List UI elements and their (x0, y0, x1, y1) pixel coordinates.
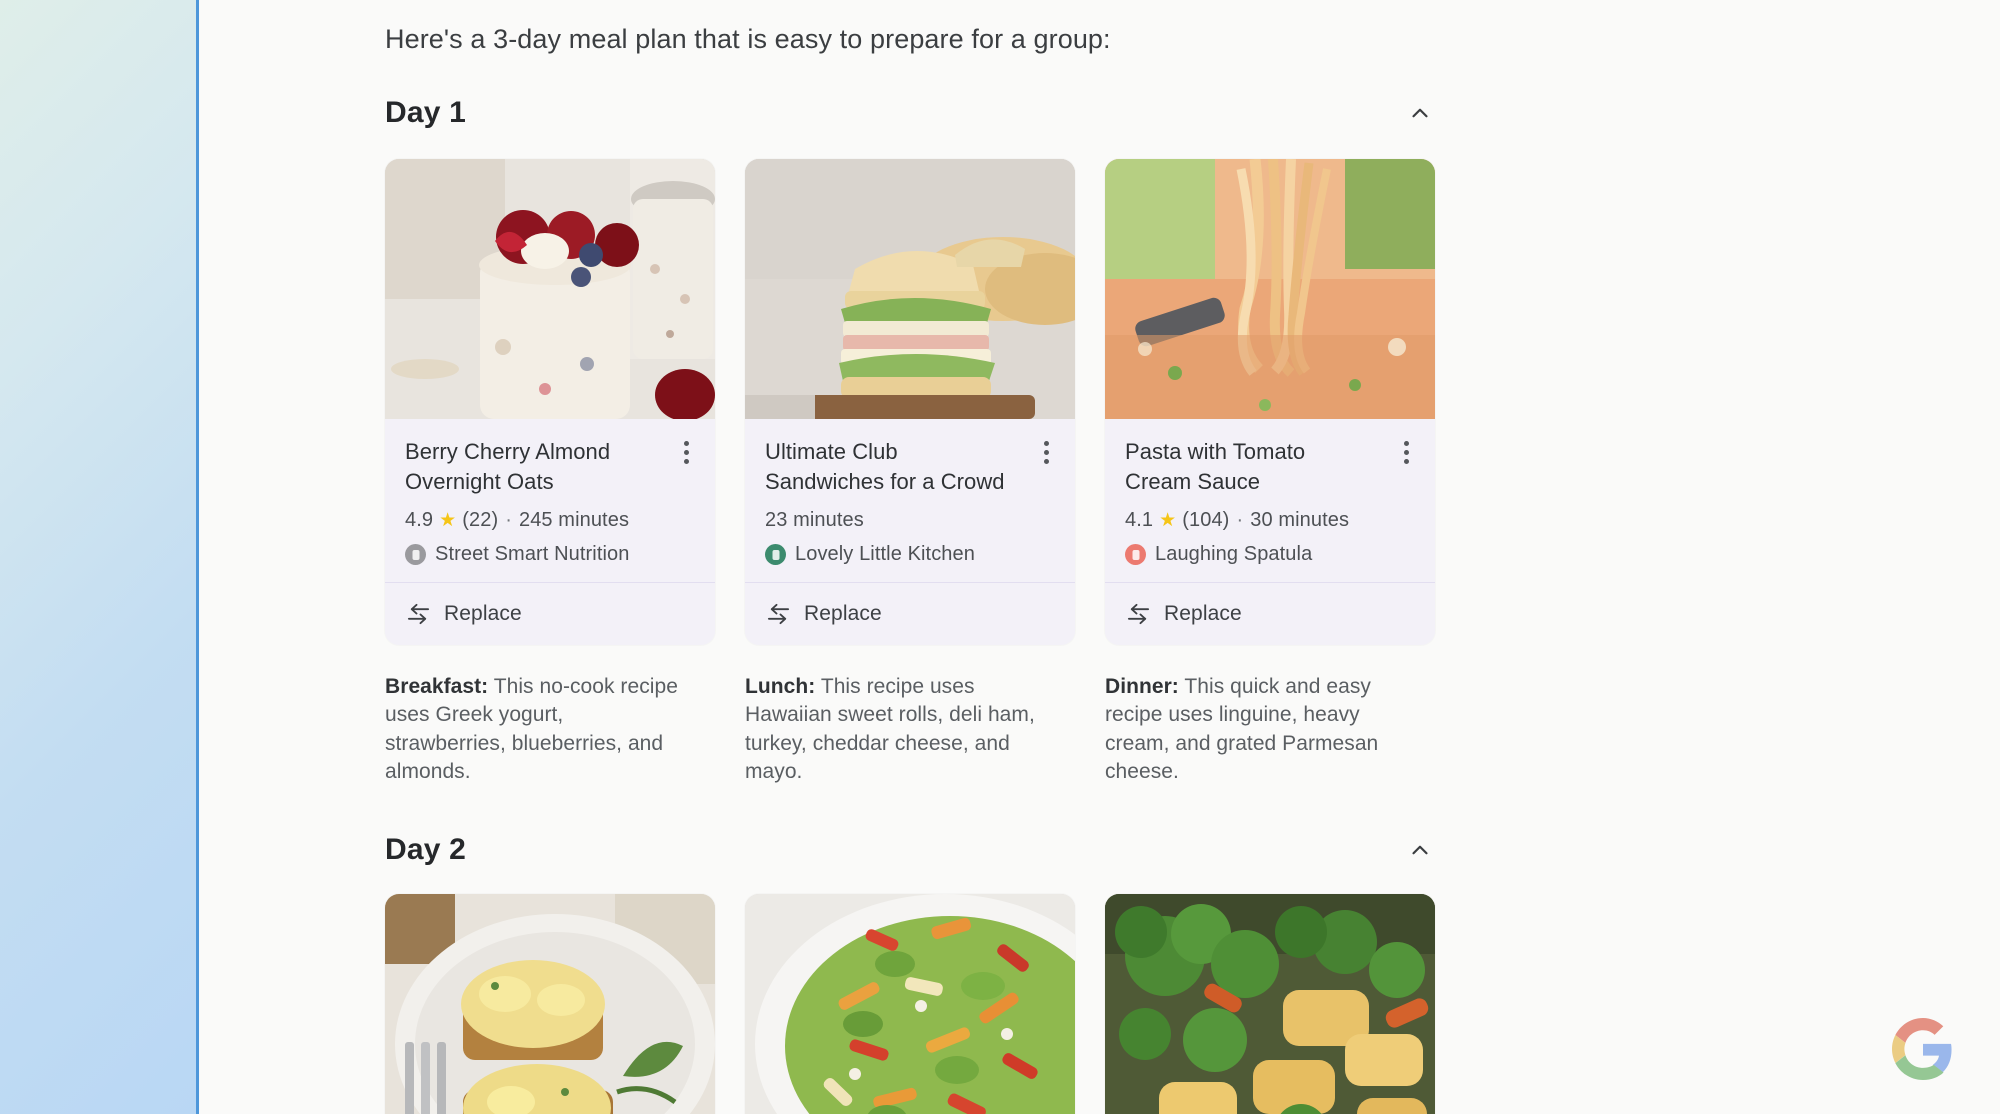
replace-label: Replace (444, 602, 522, 625)
meal-column-dinner: Pasta with Tomato Cream Sauce 4.1 ★ (104… (1105, 159, 1435, 787)
recipe-source: Lovely Little Kitchen (765, 543, 1055, 566)
replace-button[interactable]: Replace (1105, 583, 1435, 645)
swap-arrows-icon (406, 603, 431, 625)
source-favicon-icon (1125, 544, 1146, 565)
recipe-image-chopped-salad (745, 893, 1075, 1114)
source-name: Street Smart Nutrition (435, 543, 630, 565)
more-vert-icon[interactable] (673, 437, 699, 467)
day-title: Day 2 (385, 832, 467, 866)
star-icon: ★ (1159, 510, 1177, 531)
recipe-card[interactable] (745, 893, 1075, 1114)
day-header-2[interactable]: Day 2 (385, 833, 1437, 867)
recipe-card-body: Berry Cherry Almond Overnight Oats 4.9 ★… (385, 419, 715, 582)
meal-slot-label: Lunch: (745, 675, 816, 698)
rating-value: 4.1 (1125, 509, 1154, 531)
day-1-meal-row: Berry Cherry Almond Overnight Oats 4.9 ★… (385, 159, 1445, 787)
main-content-panel: Here's a 3-day meal plan that is easy to… (199, 0, 2000, 1114)
meal-description: Dinner: This quick and easy recipe uses … (1105, 673, 1405, 787)
meal-column-breakfast: Berry Cherry Almond Overnight Oats 4.9 ★… (385, 159, 715, 787)
recipe-source: Laughing Spatula (1125, 543, 1415, 566)
recipe-image-scrambled-eggs-toast (385, 893, 715, 1114)
conversation-content: Here's a 3-day meal plan that is easy to… (385, 0, 1445, 1114)
recipe-card[interactable] (1105, 893, 1435, 1114)
recipe-card[interactable]: Pasta with Tomato Cream Sauce 4.1 ★ (104… (1105, 159, 1435, 645)
day-title: Day 1 (385, 96, 467, 129)
cook-duration: 23 minutes (765, 509, 864, 531)
meal-slot-label: Breakfast: (385, 675, 489, 698)
recipe-card[interactable]: Berry Cherry Almond Overnight Oats 4.9 ★… (385, 159, 715, 645)
source-favicon-icon (405, 544, 426, 565)
day-2-meal-row (385, 893, 1445, 1114)
recipe-title: Berry Cherry Almond Overnight Oats (405, 439, 611, 494)
meta-separator: · (1236, 509, 1244, 531)
day-header-1[interactable]: Day 1 (385, 96, 1437, 130)
review-count: (104) (1182, 509, 1230, 531)
more-vert-icon[interactable] (1393, 437, 1419, 467)
recipe-image-club-sandwich (745, 159, 1075, 419)
meta-separator: · (505, 509, 512, 531)
rating-value: 4.9 (405, 509, 434, 531)
more-vert-icon[interactable] (1033, 437, 1059, 467)
recipe-image-chicken-broccoli-stirfry (1105, 893, 1435, 1114)
meal-column-lunch (745, 893, 1075, 1114)
recipe-card[interactable] (385, 893, 715, 1114)
meal-column-lunch: Ultimate Club Sandwiches for a Crowd 23 … (745, 159, 1075, 787)
google-logo (1892, 1018, 1954, 1080)
chevron-up-icon[interactable] (1403, 96, 1437, 130)
source-name: Lovely Little Kitchen (795, 543, 975, 565)
recipe-card[interactable]: Ultimate Club Sandwiches for a Crowd 23 … (745, 159, 1075, 645)
meal-description: Breakfast: This no-cook recipe uses Gree… (385, 673, 685, 787)
swap-arrows-icon (1126, 603, 1151, 625)
recipe-card-body: Ultimate Club Sandwiches for a Crowd 23 … (745, 419, 1075, 582)
meal-slot-label: Dinner: (1105, 675, 1179, 698)
app-root: Here's a 3-day meal plan that is easy to… (0, 0, 2000, 1114)
intro-text: Here's a 3-day meal plan that is easy to… (385, 24, 1111, 54)
meal-column-dinner (1105, 893, 1435, 1114)
replace-label: Replace (1164, 602, 1242, 625)
recipe-meta: 23 minutes (765, 509, 1055, 532)
recipe-title: Ultimate Club Sandwiches for a Crowd (765, 439, 1005, 494)
star-icon: ★ (439, 510, 457, 531)
recipe-source: Street Smart Nutrition (405, 543, 695, 566)
review-count: (22) (462, 509, 499, 531)
cook-duration: 30 minutes (1250, 509, 1350, 531)
replace-button[interactable]: Replace (385, 583, 715, 645)
meal-column-breakfast (385, 893, 715, 1114)
cook-duration: 245 minutes (518, 509, 630, 531)
source-name: Laughing Spatula (1155, 543, 1313, 565)
recipe-meta: 4.9 ★ (22) · 245 minutes (405, 509, 695, 532)
swap-arrows-icon (766, 603, 791, 625)
source-favicon-icon (765, 544, 786, 565)
recipe-title: Pasta with Tomato Cream Sauce (1125, 439, 1306, 494)
recipe-meta: 4.1 ★ (104) · 30 minutes (1125, 509, 1415, 532)
recipe-card-body: Pasta with Tomato Cream Sauce 4.1 ★ (104… (1105, 419, 1435, 582)
chevron-up-icon[interactable] (1403, 833, 1437, 867)
recipe-image-overnight-oats (385, 159, 715, 419)
recipe-image-pasta (1105, 159, 1435, 419)
replace-button[interactable]: Replace (745, 583, 1075, 645)
replace-label: Replace (804, 602, 882, 625)
meal-description: Lunch: This recipe uses Hawaiian sweet r… (745, 673, 1045, 787)
left-gradient-panel (0, 0, 196, 1114)
